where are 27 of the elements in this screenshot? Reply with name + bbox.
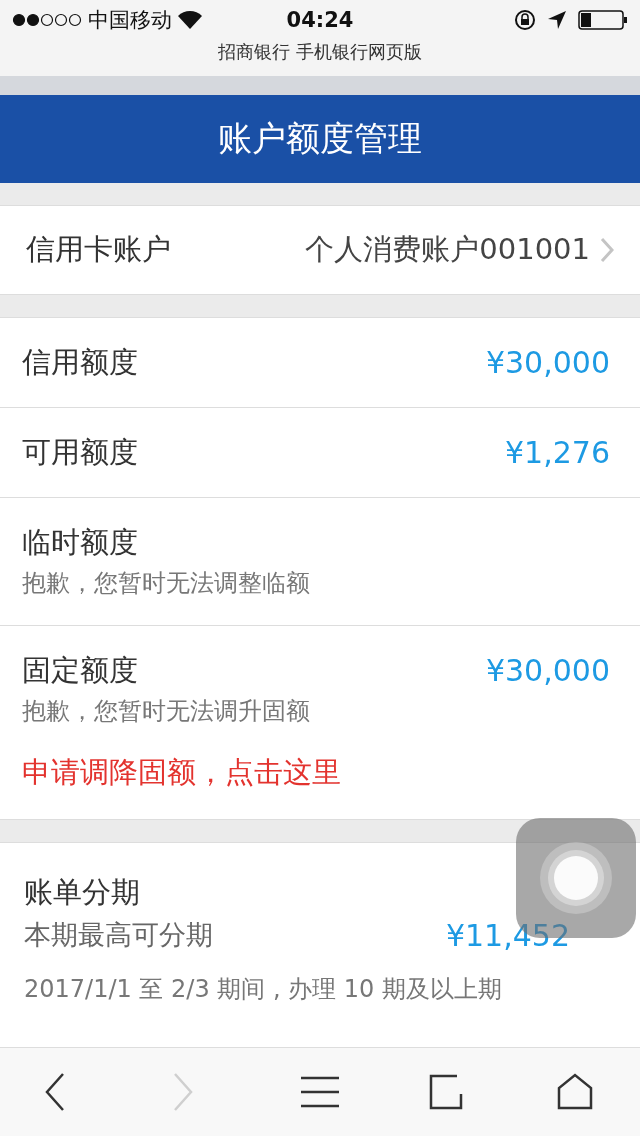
installment-amount: ¥11,452 (445, 917, 570, 953)
limit-label: 固定额度 (22, 651, 138, 689)
location-icon (548, 11, 566, 29)
page-title: 招商银行 手机银行网页版 (218, 40, 422, 64)
carrier-name: 中国移动 (88, 7, 172, 34)
limit-label: 信用额度 (22, 343, 138, 381)
account-row[interactable]: 信用卡账户 个人消费账户001001 (0, 205, 640, 295)
limit-note: 抱歉，您暂时无法调升固额 (22, 696, 311, 727)
clock-time: 04:24 (286, 8, 354, 32)
limit-note: 抱歉，您暂时无法调整临额 (22, 568, 311, 599)
limit-amount: ¥30,000 (485, 653, 610, 688)
installment-note: 2017/1/1 至 2/3 期间 , 办理 10 期及以上期 (24, 974, 503, 1005)
limit-amount: ¥1,276 (505, 435, 610, 470)
account-label: 信用卡账户 (26, 231, 171, 268)
chevron-right-icon (600, 237, 614, 263)
limit-label: 可用额度 (22, 433, 138, 471)
header-title: 账户额度管理 (218, 117, 422, 160)
limit-amount: ¥30,000 (485, 345, 610, 380)
signal-icon (12, 13, 82, 27)
account-value: 个人消费账户001001 (305, 231, 590, 268)
rotation-lock-icon (514, 9, 536, 31)
adjust-link[interactable]: 申请调降固额，点击这里 (22, 753, 341, 819)
wifi-icon (178, 11, 202, 29)
installment-label: 本期最高可分期 (24, 918, 213, 952)
installment-title: 账单分期 (24, 874, 141, 911)
limit-label: 临时额度 (22, 523, 138, 561)
battery-icon (578, 10, 628, 30)
